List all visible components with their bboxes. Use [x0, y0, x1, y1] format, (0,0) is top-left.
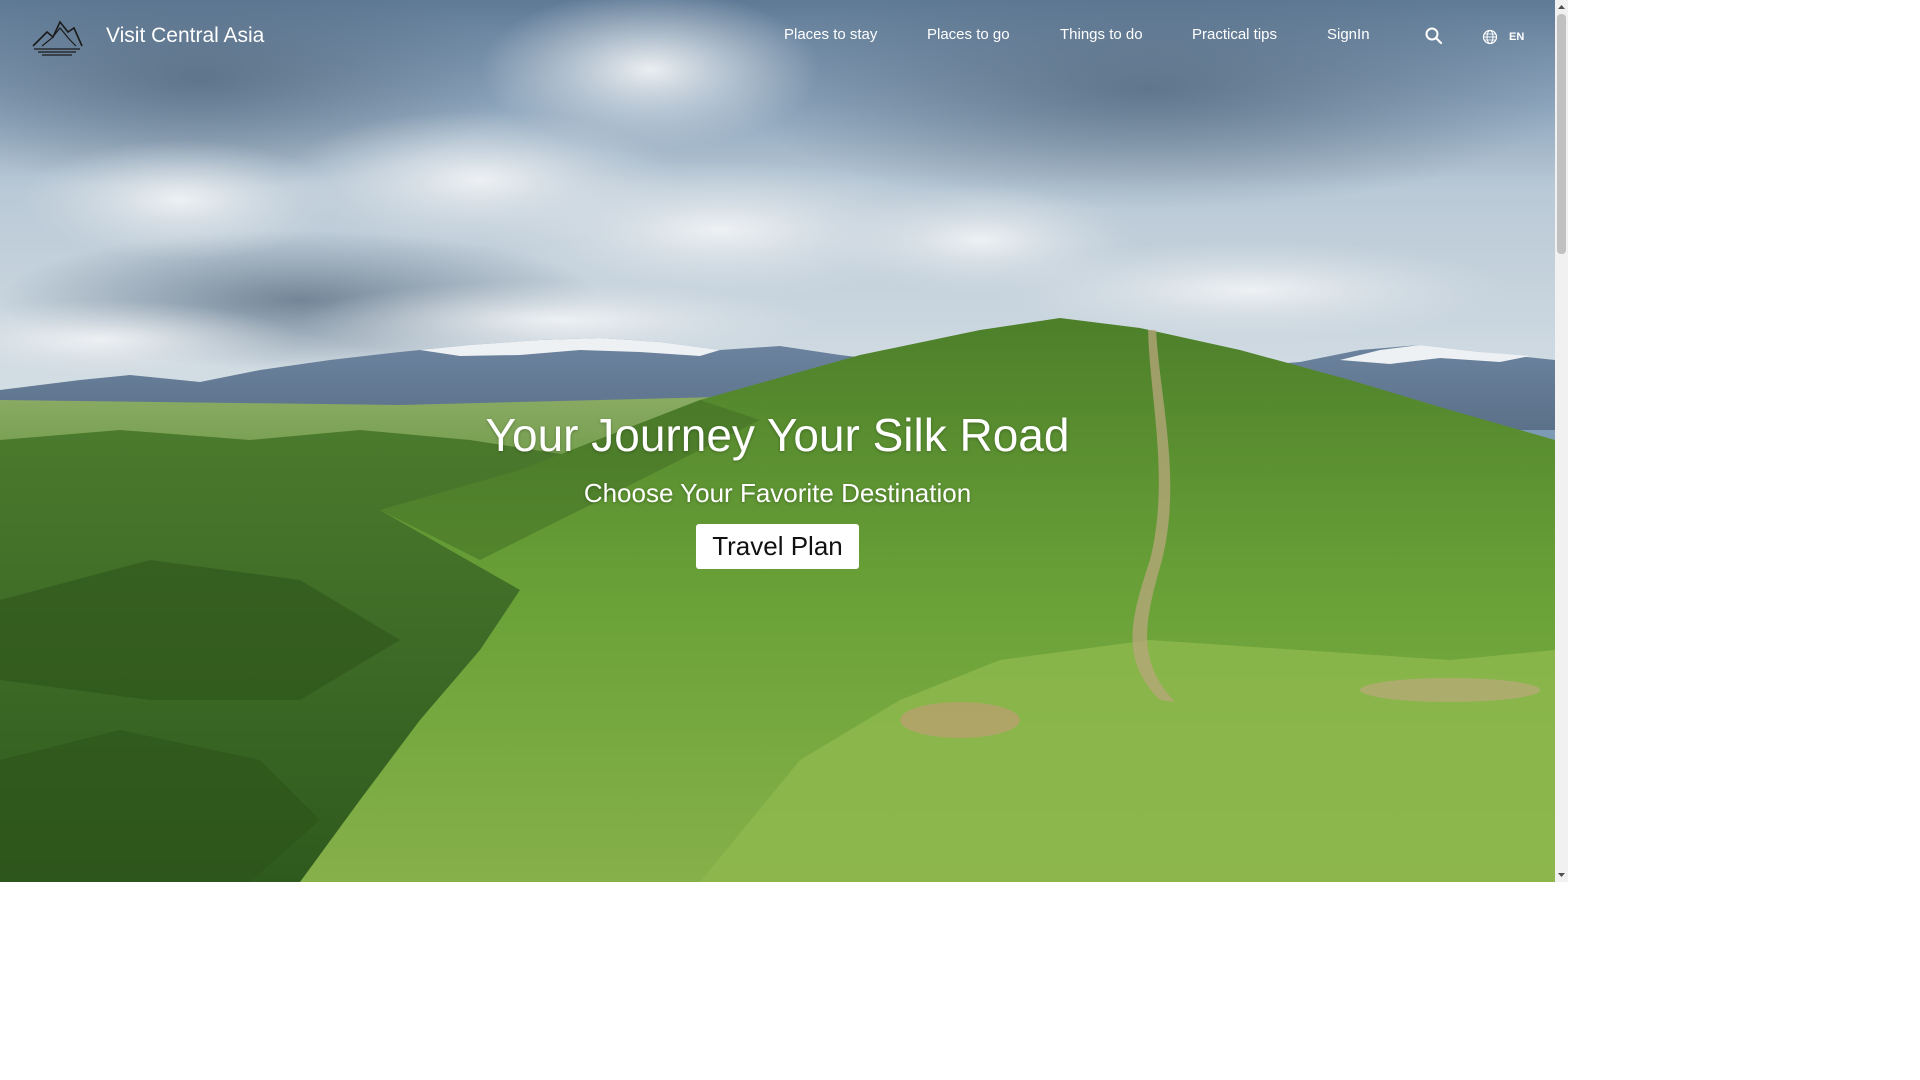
scroll-up-arrow-icon[interactable]	[1555, 0, 1568, 14]
page-scrollbar[interactable]	[1555, 0, 1568, 882]
search-icon[interactable]	[1424, 26, 1444, 46]
nav-places-to-stay[interactable]: Places to stay	[784, 26, 877, 43]
scroll-down-arrow-icon[interactable]	[1555, 868, 1568, 882]
scrollbar-thumb[interactable]	[1557, 14, 1566, 254]
nav-things-to-do[interactable]: Things to do	[1060, 26, 1143, 43]
language-selector[interactable]: EN	[1482, 28, 1524, 46]
mountain-logo-icon[interactable]	[30, 14, 84, 58]
nav-sign-in[interactable]: SignIn	[1327, 26, 1370, 43]
globe-icon	[1482, 29, 1498, 45]
nav-practical-tips[interactable]: Practical tips	[1192, 26, 1277, 43]
site-header: Visit Central Asia Places to stay Places…	[0, 0, 1555, 72]
language-label: EN	[1509, 31, 1525, 43]
site-brand-name[interactable]: Visit Central Asia	[106, 24, 264, 48]
nav-places-to-go[interactable]: Places to go	[927, 26, 1010, 43]
hero-section: Visit Central Asia Places to stay Places…	[0, 0, 1555, 882]
hero-subtitle: Choose Your Favorite Destination	[583, 478, 972, 508]
travel-plan-button[interactable]: Travel Plan	[696, 524, 859, 569]
hero-title: Your Journey Your Silk Road	[485, 409, 1070, 461]
